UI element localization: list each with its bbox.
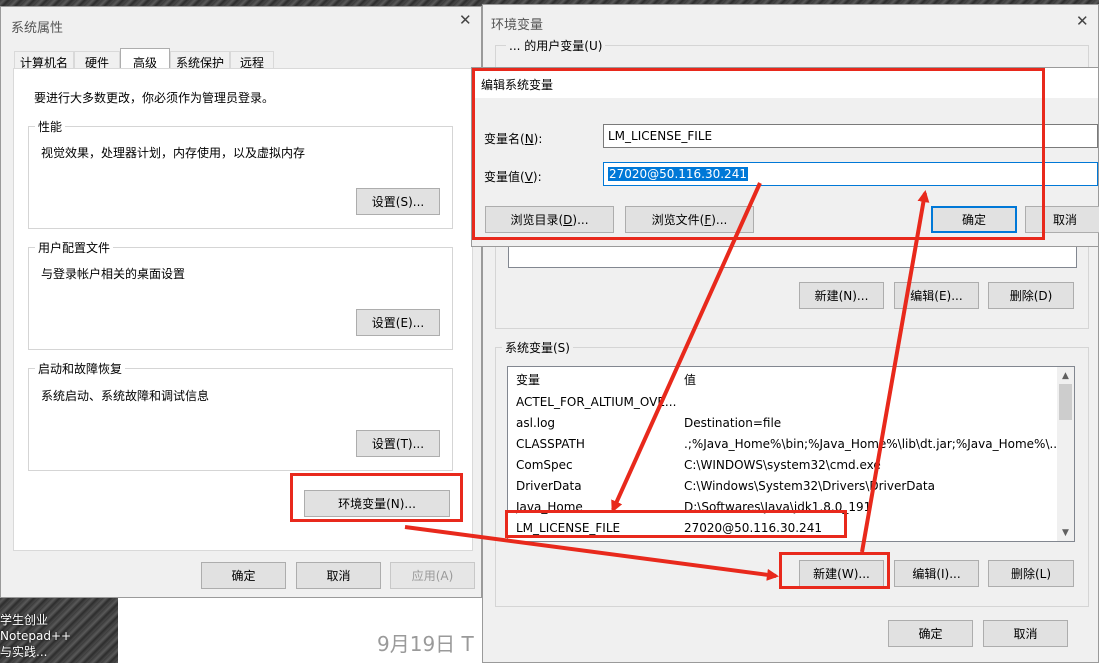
arrow-env-to-new — [404, 525, 779, 581]
arrow-new-to-dialog — [860, 190, 930, 553]
annotation-arrows — [404, 182, 930, 581]
arrow-value-to-row — [611, 182, 762, 513]
